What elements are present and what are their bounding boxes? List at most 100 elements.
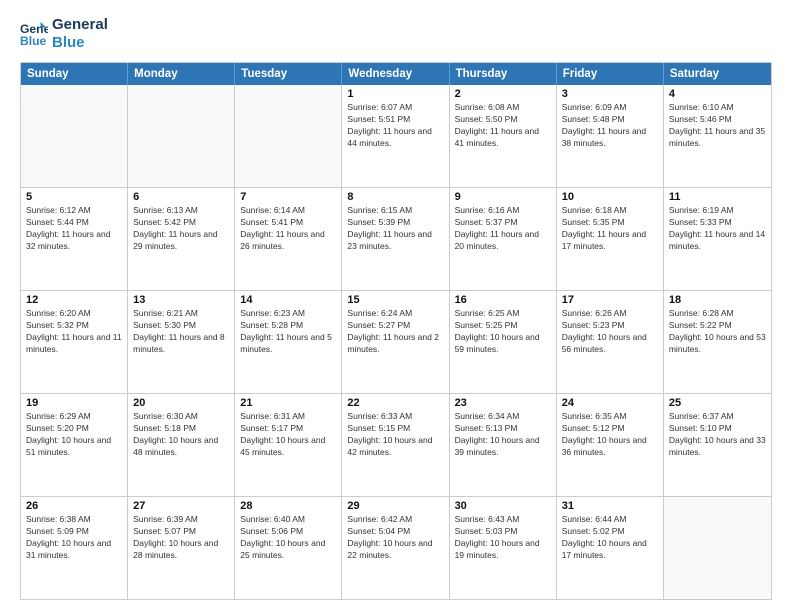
day-info: Sunrise: 6:21 AM Sunset: 5:30 PM Dayligh… — [133, 308, 229, 356]
day-number: 2 — [455, 88, 551, 100]
header-day: Thursday — [450, 63, 557, 85]
calendar-body: 1 Sunrise: 6:07 AM Sunset: 5:51 PM Daylig… — [21, 85, 771, 599]
calendar-cell: 8Sunrise: 6:15 AM Sunset: 5:39 PM Daylig… — [342, 188, 449, 290]
day-number: 16 — [455, 294, 551, 306]
day-number: 26 — [26, 500, 122, 512]
day-info: Sunrise: 6:24 AM Sunset: 5:27 PM Dayligh… — [347, 308, 443, 356]
calendar-cell: 27Sunrise: 6:39 AM Sunset: 5:07 PM Dayli… — [128, 497, 235, 599]
day-number: 22 — [347, 397, 443, 409]
day-number: 6 — [133, 191, 229, 203]
day-info: Sunrise: 6:23 AM Sunset: 5:28 PM Dayligh… — [240, 308, 336, 356]
day-number: 29 — [347, 500, 443, 512]
day-info: Sunrise: 6:33 AM Sunset: 5:15 PM Dayligh… — [347, 411, 443, 459]
day-info: Sunrise: 6:37 AM Sunset: 5:10 PM Dayligh… — [669, 411, 766, 459]
page: General Blue General Blue SundayMondayTu… — [0, 0, 792, 612]
header-day: Saturday — [664, 63, 771, 85]
header: General Blue General Blue — [20, 16, 772, 52]
day-info: Sunrise: 6:26 AM Sunset: 5:23 PM Dayligh… — [562, 308, 658, 356]
day-number: 18 — [669, 294, 766, 306]
svg-text:Blue: Blue — [20, 34, 47, 48]
day-number: 23 — [455, 397, 551, 409]
day-number: 27 — [133, 500, 229, 512]
day-info: Sunrise: 6:40 AM Sunset: 5:06 PM Dayligh… — [240, 514, 336, 562]
calendar-cell — [21, 85, 128, 187]
day-info: Sunrise: 6:16 AM Sunset: 5:37 PM Dayligh… — [455, 205, 551, 253]
day-info: Sunrise: 6:14 AM Sunset: 5:41 PM Dayligh… — [240, 205, 336, 253]
day-info: Sunrise: 6:35 AM Sunset: 5:12 PM Dayligh… — [562, 411, 658, 459]
day-number: 12 — [26, 294, 122, 306]
calendar-cell: 29 Sunrise: 6:42 AM Sunset: 5:04 PM Dayli… — [342, 497, 449, 599]
calendar-cell: 15 Sunrise: 6:24 AM Sunset: 5:27 PM Dayli… — [342, 291, 449, 393]
day-info: Sunrise: 6:29 AM Sunset: 5:20 PM Dayligh… — [26, 411, 122, 459]
calendar-cell: 23Sunrise: 6:34 AM Sunset: 5:13 PM Dayli… — [450, 394, 557, 496]
calendar-cell: 30 Sunrise: 6:43 AM Sunset: 5:03 PM Dayli… — [450, 497, 557, 599]
calendar-cell: 5 Sunrise: 6:12 AM Sunset: 5:44 PM Daylig… — [21, 188, 128, 290]
day-number: 19 — [26, 397, 122, 409]
day-number: 13 — [133, 294, 229, 306]
calendar-cell: 13 Sunrise: 6:21 AM Sunset: 5:30 PM Dayli… — [128, 291, 235, 393]
day-info: Sunrise: 6:18 AM Sunset: 5:35 PM Dayligh… — [562, 205, 658, 253]
day-info: Sunrise: 6:31 AM Sunset: 5:17 PM Dayligh… — [240, 411, 336, 459]
calendar-cell: 11 Sunrise: 6:19 AM Sunset: 5:33 PM Dayli… — [664, 188, 771, 290]
header-day: Friday — [557, 63, 664, 85]
day-number: 8 — [347, 191, 443, 203]
calendar-cell: 24 Sunrise: 6:35 AM Sunset: 5:12 PM Dayli… — [557, 394, 664, 496]
day-number: 24 — [562, 397, 658, 409]
calendar-cell: 6Sunrise: 6:13 AM Sunset: 5:42 PM Daylig… — [128, 188, 235, 290]
day-number: 28 — [240, 500, 336, 512]
day-info: Sunrise: 6:44 AM Sunset: 5:02 PM Dayligh… — [562, 514, 658, 562]
day-info: Sunrise: 6:10 AM Sunset: 5:46 PM Dayligh… — [669, 102, 766, 150]
calendar-cell: 19 Sunrise: 6:29 AM Sunset: 5:20 PM Dayli… — [21, 394, 128, 496]
day-info: Sunrise: 6:42 AM Sunset: 5:04 PM Dayligh… — [347, 514, 443, 562]
day-number: 5 — [26, 191, 122, 203]
day-info: Sunrise: 6:12 AM Sunset: 5:44 PM Dayligh… — [26, 205, 122, 253]
day-number: 3 — [562, 88, 658, 100]
day-info: Sunrise: 6:38 AM Sunset: 5:09 PM Dayligh… — [26, 514, 122, 562]
day-number: 31 — [562, 500, 658, 512]
calendar-row: 5 Sunrise: 6:12 AM Sunset: 5:44 PM Daylig… — [21, 188, 771, 291]
day-info: Sunrise: 6:30 AM Sunset: 5:18 PM Dayligh… — [133, 411, 229, 459]
day-number: 21 — [240, 397, 336, 409]
day-info: Sunrise: 6:09 AM Sunset: 5:48 PM Dayligh… — [562, 102, 658, 150]
day-number: 14 — [240, 294, 336, 306]
day-number: 7 — [240, 191, 336, 203]
calendar-cell — [235, 85, 342, 187]
calendar-cell: 10Sunrise: 6:18 AM Sunset: 5:35 PM Dayli… — [557, 188, 664, 290]
day-number: 1 — [347, 88, 443, 100]
day-info: Sunrise: 6:07 AM Sunset: 5:51 PM Dayligh… — [347, 102, 443, 150]
day-number: 15 — [347, 294, 443, 306]
day-number: 11 — [669, 191, 766, 203]
header-day: Tuesday — [235, 63, 342, 85]
calendar-row: 26 Sunrise: 6:38 AM Sunset: 5:09 PM Dayli… — [21, 497, 771, 599]
calendar-cell: 1 Sunrise: 6:07 AM Sunset: 5:51 PM Daylig… — [342, 85, 449, 187]
calendar-row: 1 Sunrise: 6:07 AM Sunset: 5:51 PM Daylig… — [21, 85, 771, 188]
day-info: Sunrise: 6:19 AM Sunset: 5:33 PM Dayligh… — [669, 205, 766, 253]
calendar-cell: 26 Sunrise: 6:38 AM Sunset: 5:09 PM Dayli… — [21, 497, 128, 599]
calendar: SundayMondayTuesdayWednesdayThursdayFrid… — [20, 62, 772, 600]
day-number: 4 — [669, 88, 766, 100]
calendar-cell: 22 Sunrise: 6:33 AM Sunset: 5:15 PM Dayli… — [342, 394, 449, 496]
day-number: 25 — [669, 397, 766, 409]
calendar-row: 12Sunrise: 6:20 AM Sunset: 5:32 PM Dayli… — [21, 291, 771, 394]
day-number: 9 — [455, 191, 551, 203]
calendar-cell: 4 Sunrise: 6:10 AM Sunset: 5:46 PM Daylig… — [664, 85, 771, 187]
calendar-cell: 28 Sunrise: 6:40 AM Sunset: 5:06 PM Dayli… — [235, 497, 342, 599]
day-number: 20 — [133, 397, 229, 409]
calendar-cell: 20 Sunrise: 6:30 AM Sunset: 5:18 PM Dayli… — [128, 394, 235, 496]
calendar-cell: 21 Sunrise: 6:31 AM Sunset: 5:17 PM Dayli… — [235, 394, 342, 496]
header-day: Wednesday — [342, 63, 449, 85]
logo-text: General Blue — [52, 16, 108, 52]
calendar-cell: 18Sunrise: 6:28 AM Sunset: 5:22 PM Dayli… — [664, 291, 771, 393]
day-info: Sunrise: 6:43 AM Sunset: 5:03 PM Dayligh… — [455, 514, 551, 562]
calendar-cell: 7 Sunrise: 6:14 AM Sunset: 5:41 PM Daylig… — [235, 188, 342, 290]
calendar-cell — [128, 85, 235, 187]
day-number: 30 — [455, 500, 551, 512]
day-info: Sunrise: 6:25 AM Sunset: 5:25 PM Dayligh… — [455, 308, 551, 356]
calendar-cell: 31 Sunrise: 6:44 AM Sunset: 5:02 PM Dayli… — [557, 497, 664, 599]
calendar-cell: 14 Sunrise: 6:23 AM Sunset: 5:28 PM Dayli… — [235, 291, 342, 393]
header-day: Sunday — [21, 63, 128, 85]
calendar-cell: 9 Sunrise: 6:16 AM Sunset: 5:37 PM Daylig… — [450, 188, 557, 290]
calendar-cell: 17Sunrise: 6:26 AM Sunset: 5:23 PM Dayli… — [557, 291, 664, 393]
calendar-cell: 25 Sunrise: 6:37 AM Sunset: 5:10 PM Dayli… — [664, 394, 771, 496]
calendar-cell: 3 Sunrise: 6:09 AM Sunset: 5:48 PM Daylig… — [557, 85, 664, 187]
